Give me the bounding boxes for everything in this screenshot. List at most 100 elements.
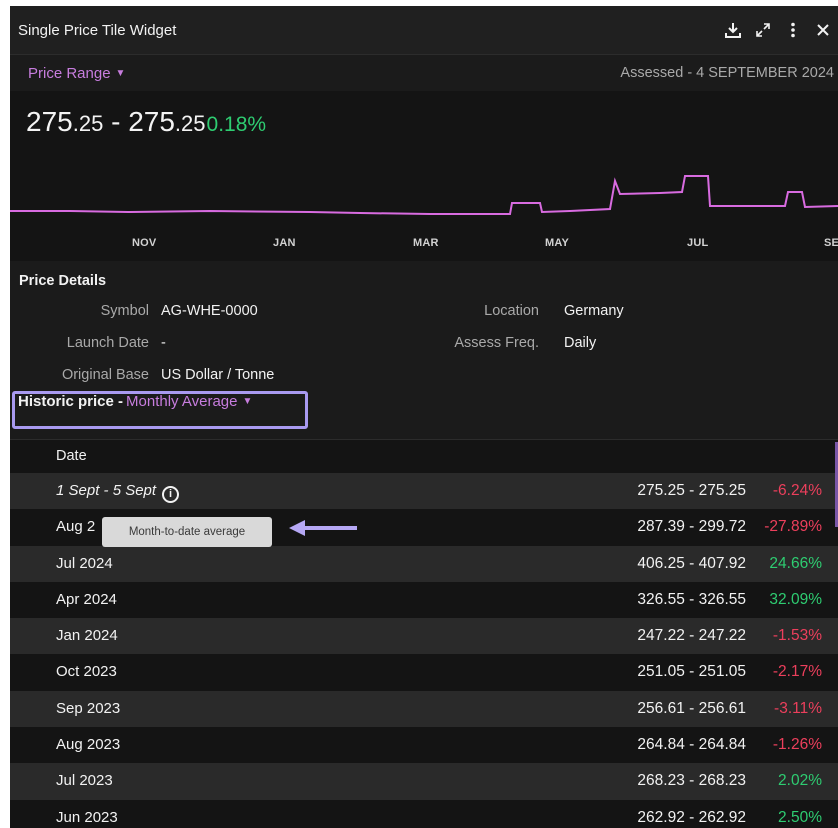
row-date-text: Jul 2024 <box>56 554 113 572</box>
row-change: 2.02% <box>778 772 822 790</box>
row-change: 2.50% <box>778 808 822 826</box>
column-date-header[interactable]: Date <box>56 448 87 464</box>
row-price-range: 406.25 - 407.92 <box>637 554 746 572</box>
price-separator: - <box>103 106 129 137</box>
widget-titlebar: Single Price Tile Widget <box>10 6 838 55</box>
location-value: Germany <box>564 303 624 319</box>
more-vertical-icon[interactable] <box>778 19 808 41</box>
row-date: Jan 2024 <box>56 627 118 644</box>
row-price-range: 326.55 - 326.55 <box>637 590 746 608</box>
low-price-dec: .25 <box>72 111 104 136</box>
chevron-down-icon: ▼ <box>242 396 253 407</box>
high-price-dec: .25 <box>174 111 206 136</box>
price-details-panel: Price Details Symbol AG-WHE-0000 Launch … <box>10 261 838 383</box>
table-header: Date <box>10 439 838 474</box>
original-base-label: Original Base <box>61 367 149 383</box>
month-label-nov: NOV <box>132 237 157 249</box>
row-date-text: 1 Sept - 5 Sept <box>56 482 157 499</box>
annotation-arrow-icon <box>289 520 357 536</box>
row-date-text: Aug 2023 <box>56 736 121 754</box>
row-change: 32.09% <box>769 590 822 608</box>
row-date-text: Oct 2023 <box>56 663 117 681</box>
row-price-range: 256.61 - 256.61 <box>637 699 746 717</box>
table-row[interactable]: 1 Sept - 5 Sept i 275.25 - 275.25 -6.24% <box>10 473 838 510</box>
row-date: Jul 2023 <box>56 772 113 789</box>
launch-date-value: - <box>161 335 166 351</box>
row-price-range: 275.25 - 275.25 <box>637 482 746 499</box>
table-row[interactable]: Oct 2023 251.05 - 251.05 -2.17% <box>10 654 838 691</box>
row-date: 1 Sept - 5 Sept i <box>56 482 180 503</box>
row-price-range: 251.05 - 251.05 <box>637 663 746 681</box>
row-price-range: 268.23 - 268.23 <box>637 772 746 790</box>
month-label-mar: MAR <box>413 237 439 249</box>
row-date: Sep 2023 <box>56 700 120 717</box>
range-row: Price Range ▼ Assessed - 4 SEPTEMBER 2024 <box>10 55 838 91</box>
chevron-down-icon: ▼ <box>115 68 126 79</box>
row-change: -6.24% <box>772 482 822 499</box>
row-change: -1.53% <box>772 627 822 645</box>
row-date-text: Sep 2023 <box>56 699 121 717</box>
historic-mode-label: Monthly Average <box>126 393 238 410</box>
row-price-range: 287.39 - 299.72 <box>637 518 746 536</box>
original-base-value: US Dollar / Tonne <box>161 367 275 383</box>
sparkline-line <box>10 175 838 215</box>
close-icon[interactable] <box>808 19 838 41</box>
price-sparkline <box>10 175 838 215</box>
month-label-sep: SE <box>824 237 838 249</box>
table-row[interactable]: Jun 2023 262.92 - 262.92 2.50% <box>10 799 838 828</box>
row-date-text: Jan 2024 <box>56 627 118 645</box>
headline-price: 275.25 - 275.250.18% <box>26 106 266 138</box>
row-date-text: Jul 2023 <box>56 772 113 790</box>
month-label-jul: JUL <box>687 237 709 249</box>
assess-freq-label: Assess Freq. <box>454 335 539 351</box>
table-row[interactable]: Aug 2023 264.84 - 264.84 -1.26% <box>10 727 838 764</box>
row-change: 24.66% <box>769 554 822 572</box>
high-price-int: 275 <box>128 106 175 137</box>
table-row[interactable]: Jan 2024 247.22 - 247.22 -1.53% <box>10 618 838 655</box>
historic-price-heading: Historic price - Monthly Average ▼ <box>18 393 252 410</box>
row-price-range: 262.92 - 262.92 <box>637 808 746 826</box>
titlebar-actions <box>718 19 838 41</box>
month-label-may: MAY <box>545 237 570 249</box>
row-change: -1.26% <box>772 736 822 754</box>
symbol-label: Symbol <box>100 303 149 319</box>
assessed-date: Assessed - 4 SEPTEMBER 2024 <box>620 65 834 81</box>
row-change: -3.11% <box>774 699 822 717</box>
price-details-title: Price Details <box>19 273 107 289</box>
row-date: Jun 2023 <box>56 809 118 826</box>
row-price-range: 247.22 - 247.22 <box>637 627 746 645</box>
info-icon[interactable]: i <box>162 486 180 503</box>
price-range-dropdown[interactable]: Price Range ▼ <box>28 65 125 82</box>
table-row[interactable]: Sep 2023 256.61 - 256.61 -3.11% <box>10 690 838 728</box>
download-icon[interactable] <box>718 19 748 41</box>
historic-price-label: Historic price - <box>18 393 124 410</box>
low-price-int: 275 <box>26 106 73 137</box>
launch-date-label: Launch Date <box>66 335 149 351</box>
table-row[interactable]: Apr 2024 326.55 - 326.55 32.09% <box>10 581 838 619</box>
month-to-date-tooltip: Month-to-date average <box>102 517 272 547</box>
symbol-value: AG-WHE-0000 <box>161 303 258 319</box>
price-tile-widget: Single Price Tile Widget Price Range ▼ As… <box>10 6 838 828</box>
row-date: Apr 2024 <box>56 591 117 608</box>
expand-icon[interactable] <box>748 19 778 41</box>
row-date: Aug 2023 <box>56 736 120 753</box>
row-date-text: Aug 2 <box>56 518 96 536</box>
row-price-range: 264.84 - 264.84 <box>637 736 746 754</box>
widget-title: Single Price Tile Widget <box>18 22 177 39</box>
row-date: Oct 2023 <box>56 663 117 680</box>
row-date-text: Apr 2024 <box>56 590 117 608</box>
row-date: Aug 2 <box>56 518 95 535</box>
headline-change: 0.18% <box>206 113 267 136</box>
assess-freq-value: Daily <box>564 335 597 351</box>
row-date: Jul 2024 <box>56 555 113 572</box>
row-date-text: Jun 2023 <box>56 808 118 826</box>
historic-price-row: Historic price - Monthly Average ▼ <box>10 383 838 439</box>
location-label: Location <box>484 303 539 319</box>
table-row[interactable]: Jul 2024 406.25 - 407.92 24.66% <box>10 545 838 582</box>
table-row[interactable]: Jul 2023 268.23 - 268.23 2.02% <box>10 763 838 800</box>
historic-mode-dropdown[interactable]: Monthly Average ▼ <box>126 393 252 410</box>
price-range-label: Price Range <box>28 65 111 82</box>
month-label-jan: JAN <box>273 237 296 249</box>
row-change: -2.17% <box>772 663 822 681</box>
row-change: -27.89% <box>764 518 822 536</box>
